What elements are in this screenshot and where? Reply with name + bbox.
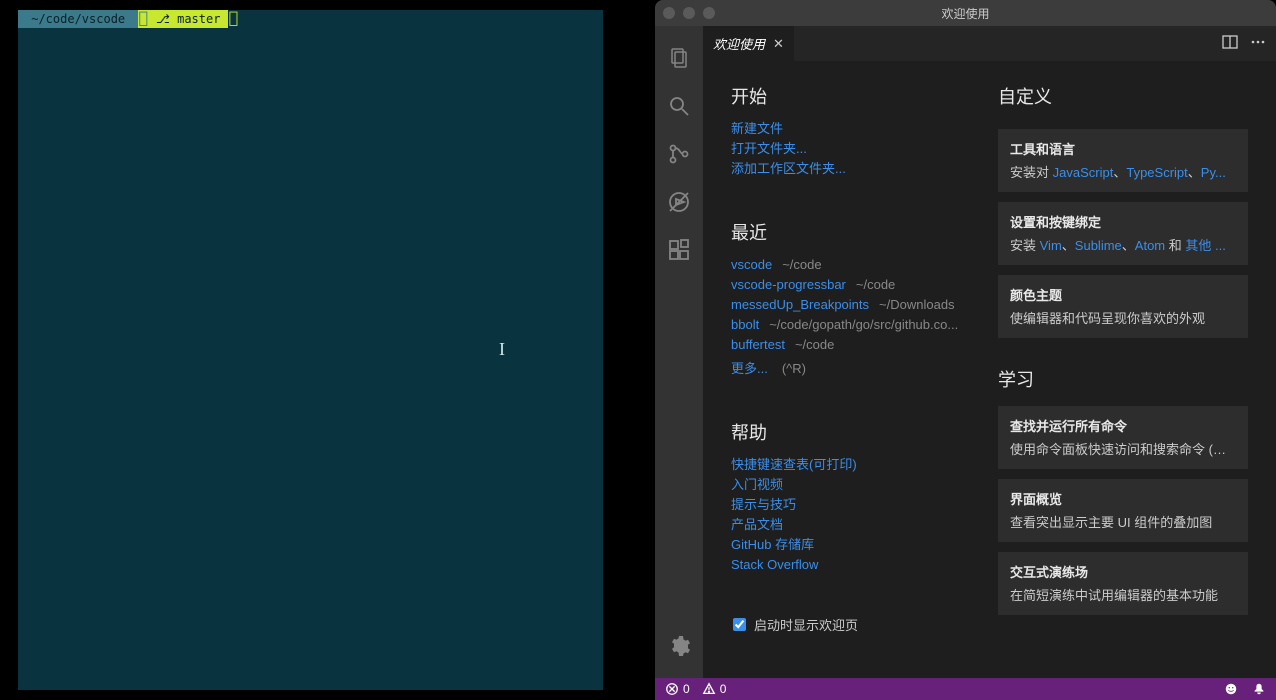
tab-welcome[interactable]: 欢迎使用 ✕ bbox=[703, 26, 794, 61]
recent-item-name[interactable]: buffertest bbox=[731, 335, 785, 355]
split-editor-icon[interactable] bbox=[1222, 34, 1238, 53]
theme-card[interactable]: 颜色主题 使编辑器和代码呈现你喜欢的外观 bbox=[998, 275, 1248, 338]
recent-item[interactable]: buffertest ~/code bbox=[731, 335, 968, 355]
playground-title: 交互式演练场 bbox=[1010, 562, 1236, 581]
show-welcome-label: 启动时显示欢迎页 bbox=[754, 615, 858, 634]
commands-card[interactable]: 查找并运行所有命令 使用命令面板快速访问和搜索命令 (介... bbox=[998, 406, 1248, 469]
status-errors[interactable]: 0 bbox=[665, 682, 690, 696]
help-heading: 帮助 bbox=[731, 419, 968, 445]
prompt-separator-icon:  bbox=[138, 10, 148, 28]
customize-heading: 自定义 bbox=[998, 83, 1248, 109]
recent-item[interactable]: bbolt ~/code/gopath/go/src/github.co... bbox=[731, 315, 968, 335]
tools-title: 工具和语言 bbox=[1010, 139, 1236, 158]
recent-item-name[interactable]: vscode bbox=[731, 255, 772, 275]
recent-heading: 最近 bbox=[731, 219, 968, 245]
customize-section: 自定义 bbox=[998, 83, 1248, 109]
recent-more-link[interactable]: 更多... bbox=[731, 359, 768, 379]
explorer-icon[interactable] bbox=[655, 34, 703, 82]
commands-desc: 使用命令面板快速访问和搜索命令 (介... bbox=[1010, 441, 1236, 459]
close-tab-icon[interactable]: ✕ bbox=[773, 36, 784, 52]
tabs-actions bbox=[1222, 26, 1276, 61]
recent-item[interactable]: messedUp_Breakpoints ~/Downloads bbox=[731, 295, 968, 315]
learn-heading: 学习 bbox=[998, 366, 1248, 392]
recent-item-path: ~/code bbox=[856, 275, 895, 295]
ui-overview-card[interactable]: 界面概览 查看突出显示主要 UI 组件的叠加图 bbox=[998, 479, 1248, 542]
window-controls[interactable] bbox=[663, 7, 715, 19]
show-welcome-checkbox[interactable]: 启动时显示欢迎页 bbox=[731, 615, 968, 634]
recent-item[interactable]: vscode ~/code bbox=[731, 255, 968, 275]
ui-overview-desc: 查看突出显示主要 UI 组件的叠加图 bbox=[1010, 514, 1236, 532]
keys-card[interactable]: 设置和按键绑定 安装 Vim、Sublime、Atom 和 其他 ... bbox=[998, 202, 1248, 265]
feedback-icon[interactable] bbox=[1224, 682, 1238, 696]
help-link[interactable]: Stack Overflow bbox=[731, 555, 968, 575]
recent-more-hint: (^R) bbox=[782, 359, 806, 379]
commands-title: 查找并运行所有命令 bbox=[1010, 416, 1236, 435]
recent-item-path: ~/code bbox=[782, 255, 821, 275]
main-area: 欢迎使用 ✕ 开始 新建文件 bbox=[655, 26, 1276, 678]
maximize-window-button[interactable] bbox=[703, 7, 715, 19]
help-section: 帮助 快捷键速查表(可打印)入门视频提示与技巧产品文档GitHub 存储库Sta… bbox=[731, 419, 968, 575]
source-control-icon[interactable] bbox=[655, 130, 703, 178]
close-window-button[interactable] bbox=[663, 7, 675, 19]
start-section: 开始 新建文件 打开文件夹... 添加工作区文件夹... bbox=[731, 83, 968, 179]
new-file-link[interactable]: 新建文件 bbox=[731, 119, 968, 139]
start-heading: 开始 bbox=[731, 83, 968, 109]
vscode-window: 欢迎使用 欢迎使用 bbox=[655, 0, 1276, 700]
window-title: 欢迎使用 bbox=[941, 5, 989, 22]
recent-section: 最近 vscode~/codevscode-progressbar~/codem… bbox=[731, 219, 968, 379]
playground-card[interactable]: 交互式演练场 在简短演练中试用编辑器的基本功能 bbox=[998, 552, 1248, 615]
help-link[interactable]: GitHub 存储库 bbox=[731, 535, 968, 555]
theme-title: 颜色主题 bbox=[1010, 285, 1236, 304]
prompt-branch: ⎇ master bbox=[148, 10, 228, 28]
status-warnings[interactable]: 0 bbox=[702, 682, 727, 696]
editor-area: 欢迎使用 ✕ 开始 新建文件 bbox=[703, 26, 1276, 678]
playground-desc: 在简短演练中试用编辑器的基本功能 bbox=[1010, 587, 1236, 605]
tools-card[interactable]: 工具和语言 安装对 JavaScript、TypeScript、Py... bbox=[998, 129, 1248, 192]
recent-item[interactable]: vscode-progressbar ~/code bbox=[731, 275, 968, 295]
search-icon[interactable] bbox=[655, 82, 703, 130]
help-link[interactable]: 提示与技巧 bbox=[731, 495, 968, 515]
status-warnings-count: 0 bbox=[720, 682, 727, 696]
more-actions-icon[interactable] bbox=[1250, 34, 1266, 53]
open-folder-link[interactable]: 打开文件夹... bbox=[731, 139, 968, 159]
recent-item-path: ~/code bbox=[795, 335, 834, 355]
text-cursor-icon: I bbox=[499, 339, 501, 357]
help-link[interactable]: 入门视频 bbox=[731, 475, 968, 495]
keys-title: 设置和按键绑定 bbox=[1010, 212, 1236, 231]
recent-item-name[interactable]: bbolt bbox=[731, 315, 759, 335]
prompt-separator-icon:  bbox=[228, 10, 238, 28]
ui-overview-title: 界面概览 bbox=[1010, 489, 1236, 508]
statusbar: 0 0 bbox=[655, 678, 1276, 700]
recent-item-path: ~/code/gopath/go/src/github.co... bbox=[769, 315, 958, 335]
theme-desc: 使编辑器和代码呈现你喜欢的外观 bbox=[1010, 310, 1236, 328]
tabs-bar: 欢迎使用 ✕ bbox=[703, 26, 1276, 61]
terminal-pane: ~/code/vscode  ⎇ master  I bbox=[0, 0, 603, 700]
show-welcome-input[interactable] bbox=[733, 618, 746, 631]
recent-item-name[interactable]: messedUp_Breakpoints bbox=[731, 295, 869, 315]
welcome-page: 开始 新建文件 打开文件夹... 添加工作区文件夹... 最近 vscode ~/… bbox=[703, 61, 1276, 678]
help-link[interactable]: 产品文档 bbox=[731, 515, 968, 535]
tools-desc: 安装对 JavaScript、TypeScript、Py... bbox=[1010, 164, 1236, 182]
recent-item-name[interactable]: vscode-progressbar bbox=[731, 275, 846, 295]
terminal[interactable]: ~/code/vscode  ⎇ master  I bbox=[18, 10, 603, 690]
notifications-icon[interactable] bbox=[1252, 682, 1266, 696]
status-errors-count: 0 bbox=[683, 682, 690, 696]
help-link[interactable]: 快捷键速查表(可打印) bbox=[731, 455, 968, 475]
extensions-icon[interactable] bbox=[655, 226, 703, 274]
recent-item-path: ~/Downloads bbox=[879, 295, 955, 315]
activity-bar bbox=[655, 26, 703, 678]
add-workspace-link[interactable]: 添加工作区文件夹... bbox=[731, 159, 968, 179]
keys-desc: 安装 Vim、Sublime、Atom 和 其他 ... bbox=[1010, 237, 1236, 255]
terminal-prompt: ~/code/vscode  ⎇ master  bbox=[18, 10, 603, 28]
learn-section: 学习 bbox=[998, 366, 1248, 392]
minimize-window-button[interactable] bbox=[683, 7, 695, 19]
welcome-right-column: 自定义 工具和语言 安装对 JavaScript、TypeScript、Py..… bbox=[998, 83, 1248, 666]
tab-label: 欢迎使用 bbox=[713, 34, 765, 53]
prompt-path: ~/code/vscode bbox=[18, 10, 138, 28]
debug-icon[interactable] bbox=[655, 178, 703, 226]
titlebar[interactable]: 欢迎使用 bbox=[655, 0, 1276, 26]
settings-gear-icon[interactable] bbox=[655, 622, 703, 670]
welcome-left-column: 开始 新建文件 打开文件夹... 添加工作区文件夹... 最近 vscode ~/… bbox=[731, 83, 968, 666]
